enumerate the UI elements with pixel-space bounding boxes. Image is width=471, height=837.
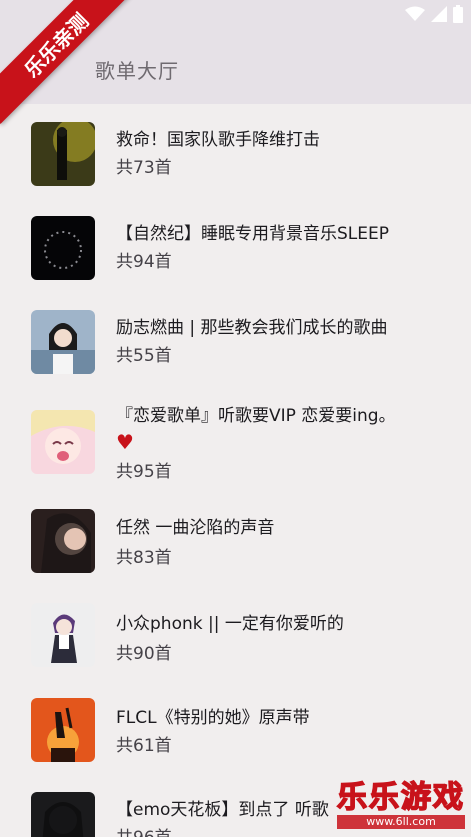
status-bar <box>405 4 463 24</box>
playlist-cover <box>31 698 95 762</box>
playlist-count: 共73首 <box>116 158 172 178</box>
playlist-cover <box>31 410 95 474</box>
playlist-item[interactable]: 【自然纪】睡眠专用背景音乐SLEEP 共94首 <box>0 198 471 292</box>
playlist-title: 励志燃曲 | 那些教会我们成长的歌曲 <box>116 318 388 338</box>
playlist-cover <box>31 216 95 280</box>
site-watermark: 乐乐游戏 www.6ll.com <box>336 780 465 829</box>
playlist-item[interactable]: FLCL《特别的她》原声带 共61首 <box>0 684 471 776</box>
playlist-count: 共94首 <box>116 252 172 272</box>
playlist-count: 共96首 <box>116 826 172 837</box>
playlist-title: 『恋爱歌单』听歌要VIP 恋爱要ing。 <box>116 406 396 426</box>
playlist-count: 共55首 <box>116 346 172 366</box>
wifi-icon <box>405 6 425 22</box>
heart-icon: ♥ <box>116 430 134 454</box>
playlist-count: 共61首 <box>116 736 172 756</box>
playlist-cover <box>31 603 95 667</box>
playlist-item[interactable]: 『恋爱歌单』听歌要VIP 恋爱要ing。 ♥ 共95首 <box>0 386 471 492</box>
playlist-title: 【自然纪】睡眠专用背景音乐SLEEP <box>116 224 389 244</box>
playlist-item[interactable]: 小众phonk || 一定有你爱听的 共90首 <box>0 588 471 684</box>
playlist-title: 小众phonk || 一定有你爱听的 <box>116 614 344 634</box>
watermark-brand: 乐乐游戏 <box>336 780 465 816</box>
playlist-cover <box>31 310 95 374</box>
playlist-cover <box>31 792 95 837</box>
watermark-url: www.6ll.com <box>337 815 465 829</box>
playlist-item[interactable]: 救命！国家队歌手降维打击 共73首 <box>0 104 471 198</box>
playlist-title: FLCL《特别的她》原声带 <box>116 708 310 728</box>
page-title: 歌单大厅 <box>95 59 179 83</box>
signal-icon <box>431 6 447 22</box>
playlist-hall-screen: 歌单大厅 乐乐亲测 救命！国家队歌手降维打击 共73首 【自然纪】睡眠专用背景音… <box>0 0 471 837</box>
playlist-title: 救命！国家队歌手降维打击 <box>116 130 320 150</box>
playlist-item[interactable]: 励志燃曲 | 那些教会我们成长的歌曲 共55首 <box>0 292 471 386</box>
battery-icon <box>453 5 463 23</box>
playlist-count: 共90首 <box>116 644 172 664</box>
playlist-cover <box>31 122 95 186</box>
playlist-cover <box>31 509 95 573</box>
playlist-title: 【emo天花板】到点了 听歌 <box>116 800 329 820</box>
playlist-count: 共95首 <box>116 462 172 482</box>
playlist-count: 共83首 <box>116 548 172 568</box>
playlist-title: 任然 一曲沦陷的声音 <box>116 518 275 538</box>
playlist-item[interactable]: 任然 一曲沦陷的声音 共83首 <box>0 492 471 588</box>
